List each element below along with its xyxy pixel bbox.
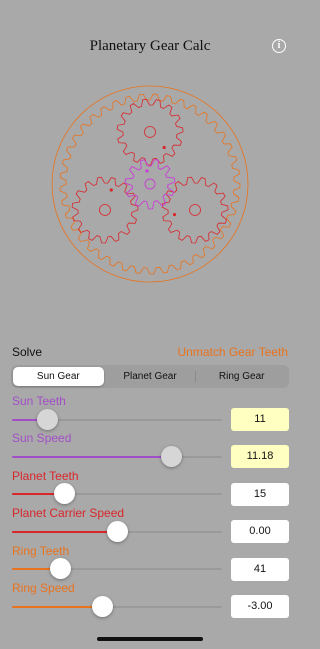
home-indicator (97, 637, 203, 641)
sun-speed-label: Sun Speed (12, 431, 72, 445)
planet-gear-marker-1 (162, 145, 166, 150)
info-icon[interactable]: i (272, 39, 286, 53)
sun-gear (124, 158, 176, 210)
planet-teeth-slider[interactable] (12, 483, 222, 504)
sun-teeth-field[interactable]: 11 (231, 408, 289, 431)
planet-gear-hub-1 (144, 126, 156, 138)
planet-gear-marker-3 (172, 212, 177, 217)
solve-label: Solve (12, 345, 43, 359)
planet-gear-hub-3 (189, 204, 201, 216)
planet-gear-3 (161, 176, 229, 244)
sun-speed-slider[interactable] (12, 446, 222, 467)
ring-teeth-slider-thumb[interactable] (49, 558, 71, 579)
planet-carrier-speed-slider[interactable] (12, 521, 222, 542)
sun-speed-slider-thumb[interactable] (161, 446, 183, 467)
ring-speed-field[interactable]: -3.00 (231, 595, 289, 618)
sun-speed-slider-fill (12, 456, 172, 458)
segment-ring-gear[interactable]: Ring Gear (196, 367, 287, 386)
planet-carrier-speed-slider-thumb[interactable] (106, 521, 128, 542)
planet-teeth-slider-thumb[interactable] (54, 483, 75, 504)
ring-speed-slider-thumb[interactable] (91, 596, 113, 617)
planet-gear-2 (71, 176, 139, 244)
planet-gear-hub-2 (99, 204, 111, 216)
planet-gear-marker-2 (109, 188, 113, 192)
sun-teeth-slider[interactable] (12, 409, 222, 430)
ring-gear-outer-circle (51, 85, 249, 283)
planet-carrier-speed-field[interactable]: 0.00 (231, 520, 289, 543)
ring-teeth-slider[interactable] (12, 558, 222, 579)
sun-teeth-label: Sun Teeth (12, 394, 66, 408)
segment-planet-gear[interactable]: Planet Gear (105, 367, 196, 386)
ring-teeth-label: Ring Teeth (12, 544, 70, 558)
ring-speed-slider[interactable] (12, 596, 222, 617)
segment-sun-gear[interactable]: Sun Gear (13, 367, 104, 386)
planet-teeth-label: Planet Teeth (12, 469, 79, 483)
ring-teeth-field[interactable]: 41 (231, 558, 289, 581)
ring-speed-label: Ring Speed (12, 581, 75, 595)
planet-carrier-speed-label: Planet Carrier Speed (12, 506, 125, 520)
planet-teeth-field[interactable]: 15 (231, 483, 289, 506)
sun-gear-hub (144, 178, 156, 190)
page-title: Planetary Gear Calc (89, 38, 211, 54)
sun-gear-marker (145, 169, 149, 173)
sun-teeth-slider-thumb[interactable] (37, 409, 59, 430)
planet-gear-1 (116, 98, 184, 166)
planetary-gear-diagram (51, 85, 249, 283)
solve-segmented-control: Sun Gear Planet Gear Ring Gear (11, 365, 289, 388)
planet-carrier-speed-slider-fill (12, 531, 117, 533)
ring-speed-slider-fill (12, 606, 103, 608)
unmatch-gear-teeth-button[interactable]: Unmatch Gear Teeth (177, 345, 288, 359)
sun-speed-field[interactable]: 11.18 (231, 445, 289, 468)
